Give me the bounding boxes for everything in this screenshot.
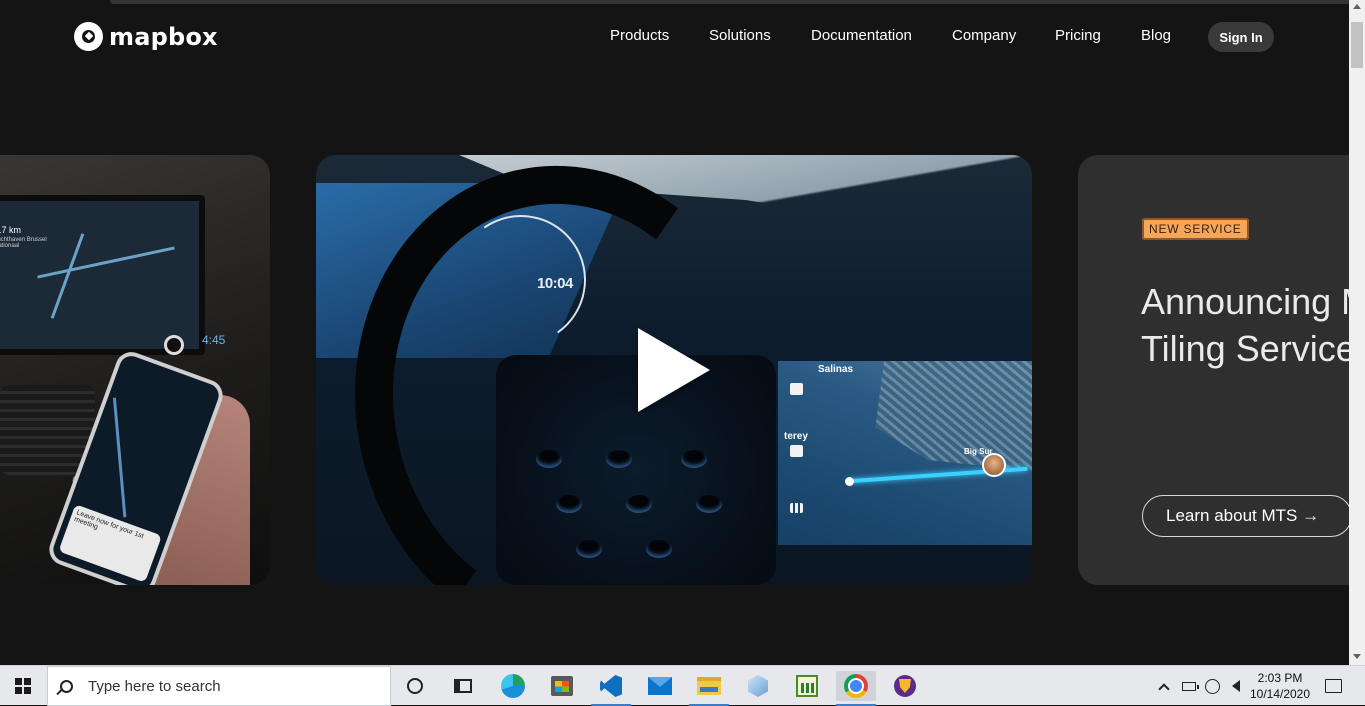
car-nav-screen: [0, 195, 205, 355]
grid-icon: [790, 503, 803, 513]
nav-pricing[interactable]: Pricing: [1055, 27, 1101, 44]
nav-blog[interactable]: Blog: [1141, 27, 1171, 44]
mapbox-logo[interactable]: mapbox: [74, 22, 218, 51]
logo-text: mapbox: [109, 22, 218, 51]
start-button[interactable]: [0, 666, 46, 706]
nav-company[interactable]: Company: [952, 27, 1016, 44]
headline-line-2: Tiling Service: [1141, 328, 1349, 369]
announcement-card[interactable]: NEW SERVICE Announcing M Tiling Service …: [1078, 155, 1349, 585]
search-placeholder: Type here to search: [88, 677, 221, 695]
announcement-headline: Announcing M Tiling Service: [1141, 278, 1349, 372]
search-icon: [60, 679, 73, 693]
3d-viewer-icon[interactable]: [738, 671, 778, 701]
task-view-icon[interactable]: [443, 671, 483, 701]
home-icon: [790, 445, 803, 457]
taskbar-search-box[interactable]: Type here to search: [47, 666, 391, 706]
map-label-salinas: Salinas: [818, 364, 854, 375]
store-icon[interactable]: [542, 671, 582, 701]
notification-center-icon[interactable]: [1322, 666, 1344, 706]
dash-clock: 4:45: [202, 333, 226, 347]
nav-route-branch: [50, 233, 85, 319]
scroll-thumb[interactable]: [1351, 22, 1363, 68]
map-label-monterey: terey: [784, 431, 808, 442]
sign-in-button[interactable]: Sign In: [1208, 22, 1274, 52]
browser-viewport: mapbox Products Solutions Documentation …: [0, 0, 1349, 665]
vscode-icon[interactable]: [591, 671, 631, 706]
headline-line-1: Announcing M: [1141, 281, 1349, 322]
clock-date: 10/14/2020: [1249, 687, 1311, 701]
mail-icon[interactable]: [640, 671, 680, 701]
video-card[interactable]: 10:04 Salinas terey Big Sur: [316, 155, 1032, 585]
map-terrain: [875, 361, 1032, 471]
map-avatar: [982, 453, 1006, 477]
network-globe-icon[interactable]: [1203, 666, 1221, 706]
new-service-badge: NEW SERVICE: [1142, 218, 1249, 240]
learn-about-mts-button[interactable]: Learn about MTS →: [1142, 495, 1349, 537]
windows-taskbar: Type here to search 2:03 PM 10/14/2020: [0, 665, 1365, 706]
play-icon: [638, 328, 710, 412]
cortana-icon[interactable]: [395, 671, 435, 701]
show-hidden-icons-chevron-icon[interactable]: [1155, 666, 1173, 706]
scroll-down-arrow-icon[interactable]: [1353, 654, 1361, 659]
clock-time: 2:03 PM: [1257, 671, 1303, 685]
map-start-dot: [845, 477, 854, 486]
top-edge: [110, 0, 1349, 4]
nav-route: [37, 246, 175, 279]
mapbox-logo-icon: [74, 22, 103, 51]
chart-app-icon[interactable]: [787, 671, 827, 701]
nav-solutions[interactable]: Solutions: [709, 27, 771, 44]
nav-documentation[interactable]: Documentation: [811, 27, 912, 44]
car-map-screen: Salinas terey Big Sur: [778, 361, 1032, 545]
phone-route: [112, 397, 127, 518]
map-label-big-sur: Big Sur: [964, 447, 993, 456]
battery-icon[interactable]: [1180, 666, 1199, 706]
chrome-icon[interactable]: [836, 671, 876, 706]
edge-icon[interactable]: [493, 671, 533, 701]
volume-knob: [164, 335, 184, 355]
distance-label: 0.7 km: [0, 225, 22, 235]
brave-icon[interactable]: [885, 671, 925, 701]
scroll-up-arrow-icon[interactable]: [1353, 4, 1361, 9]
page-scrollbar[interactable]: [1349, 0, 1365, 665]
taskbar-clock[interactable]: 2:03 PM 10/14/2020: [1240, 670, 1320, 702]
play-button[interactable]: [616, 315, 736, 425]
phone-notification: Leave now for your 1st meeting: [58, 504, 162, 583]
file-explorer-icon[interactable]: [689, 671, 729, 706]
chat-icon: [790, 383, 803, 395]
nav-products[interactable]: Products: [610, 27, 669, 44]
street-label: Luchthaven Brussel Nationaal: [0, 237, 47, 249]
phone-message: Leave now for your 1st meeting: [73, 509, 145, 541]
carousel-card-left[interactable]: 0.7 km Luchthaven Brussel Nationaal 4:45…: [0, 155, 270, 585]
windows-logo-icon: [15, 678, 31, 694]
